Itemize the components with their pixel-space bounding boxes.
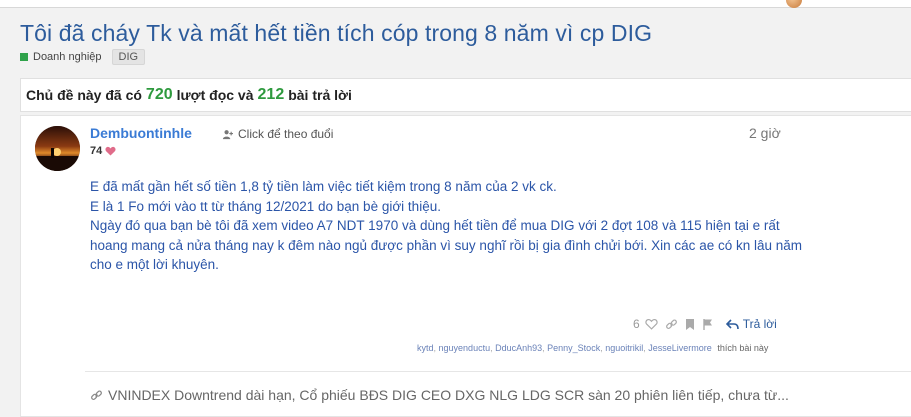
post-time[interactable]: 2 giờ	[749, 125, 781, 141]
post-paragraph: E là 1 Fo mới vào tt từ tháng 12/2021 do…	[90, 198, 441, 214]
views-label: lượt đọc và	[176, 87, 254, 103]
link-icon	[90, 389, 103, 402]
signature-divider	[85, 371, 911, 372]
views-count: 720	[145, 86, 173, 103]
post-paragraph: Ngày đó qua bạn bè tôi đã xem video A7 N…	[90, 218, 802, 272]
post-signature[interactable]: VNINDEX Downtrend dài hạn, Cổ phiếu BĐS …	[90, 387, 789, 403]
replies-label: bài trả lời	[288, 87, 352, 103]
replies-count: 212	[257, 86, 285, 103]
author-name[interactable]: Dembuontinhle	[90, 125, 192, 141]
thread-meta: Doanh nghiệp DIG	[20, 48, 146, 66]
post-paragraph: E đã mất gần hết số tiền 1,8 tỷ tiền làm…	[90, 179, 557, 194]
heart-outline-icon[interactable]	[645, 318, 658, 330]
bookmark-icon[interactable]	[685, 318, 695, 331]
post-body: E đã mất gần hết số tiền 1,8 tỷ tiền làm…	[90, 177, 810, 275]
liker-link[interactable]: Penny_Stock	[547, 343, 600, 353]
liker-link[interactable]: DducAnh93	[495, 343, 542, 353]
category-link[interactable]: Doanh nghiệp	[33, 51, 102, 63]
reputation-count: 74	[90, 145, 103, 157]
follow-button[interactable]: Click để theo đuổi	[222, 127, 333, 141]
reply-arrow-icon	[725, 318, 739, 330]
top-header-strip	[0, 0, 911, 8]
flag-icon[interactable]	[702, 318, 714, 331]
thread-stats: Chủ đề này đã có 720 lượt đọc và 212 bài…	[20, 78, 911, 112]
link-icon[interactable]	[665, 318, 678, 331]
liker-link[interactable]: nguyenductu	[439, 343, 491, 353]
author-reputation: 74	[90, 145, 116, 157]
category-color-icon	[20, 53, 28, 61]
thread-title: Tôi đã cháy Tk và mất hết tiền tích cóp …	[20, 20, 653, 46]
tag-dig[interactable]: DIG	[111, 49, 146, 65]
liker-link[interactable]: nguoitrikil	[605, 343, 643, 353]
stats-prefix: Chủ đề này đã có	[26, 87, 142, 103]
follow-label: Click để theo đuổi	[238, 127, 334, 141]
person-add-icon	[222, 129, 233, 140]
author-avatar[interactable]	[35, 126, 80, 171]
post: Dembuontinhle Click để theo đuổi 2 giờ 7…	[20, 115, 911, 417]
heart-icon	[105, 146, 116, 156]
reply-button[interactable]: Trả lời	[725, 317, 777, 331]
liker-link[interactable]: kytd	[417, 343, 434, 353]
signature-text: VNINDEX Downtrend dài hạn, Cổ phiếu BĐS …	[108, 387, 789, 403]
likers-suffix: thích bài này	[717, 343, 769, 353]
like-count: 6	[633, 317, 640, 331]
likers-list: kytd, nguyenductu, DducAnh93, Penny_Stoc…	[417, 343, 769, 353]
reply-label: Trả lời	[742, 317, 777, 331]
user-avatar-small[interactable]	[786, 0, 802, 8]
liker-link[interactable]: JesseLivermore	[648, 343, 712, 353]
post-actions: 6 Trả lời	[633, 317, 777, 331]
